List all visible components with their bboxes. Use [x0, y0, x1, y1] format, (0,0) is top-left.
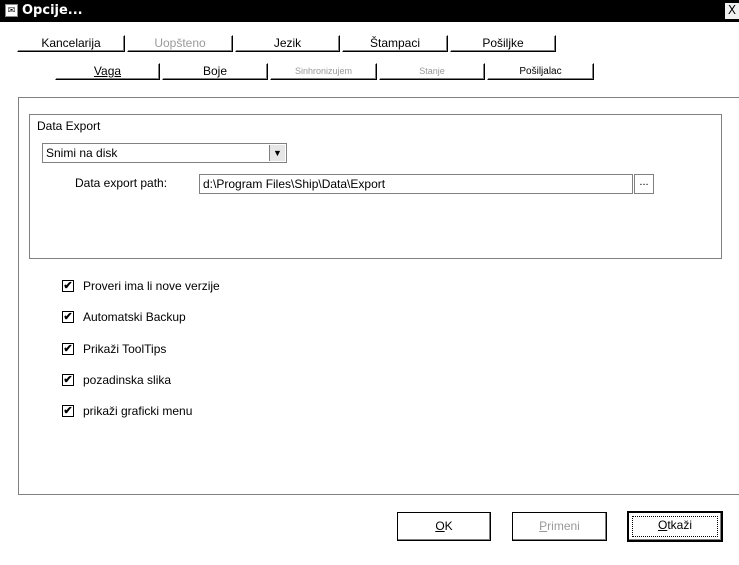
apply-mnemonic: P [539, 519, 548, 533]
export-path-input[interactable]: d:\Program Files\Ship\Data\Export [199, 174, 633, 194]
ok-button[interactable]: OK [397, 512, 491, 541]
export-path-label: Data export path: [75, 176, 168, 190]
tab-stampaci[interactable]: Štampaci [342, 35, 448, 52]
tab-kancelarija[interactable]: Kancelarija [17, 35, 125, 52]
apply-label-rest: rimeni [547, 519, 580, 533]
apply-button[interactable]: Primeni [512, 512, 607, 541]
option-label: Automatski Backup [83, 310, 186, 324]
checkbox[interactable]: ✔ [62, 405, 74, 417]
tab-vaga[interactable]: Vaga [55, 63, 160, 80]
tab-label: Pošiljalac [519, 66, 562, 77]
option-label: prikaži graficki menu [83, 404, 193, 418]
ok-label-rest: K [444, 519, 453, 533]
window-title: Opcije... [22, 3, 83, 18]
app-icon: ✉ [5, 4, 18, 17]
tab-uopsteno[interactable]: Uopšteno [127, 35, 233, 52]
close-button[interactable]: X [725, 3, 739, 19]
checkbox[interactable]: ✔ [62, 280, 74, 292]
tab-sinhronizujem[interactable]: Sinhronizujem [270, 63, 377, 80]
tab-label: Sinhronizujem [294, 66, 353, 76]
export-path-value: d:\Program Files\Ship\Data\Export [203, 177, 386, 191]
cancel-button[interactable]: Otkaži [627, 511, 723, 542]
checkbox[interactable]: ✔ [62, 374, 74, 386]
tab-boje[interactable]: Boje [162, 63, 268, 80]
dropdown-arrow-icon[interactable]: ▼ [269, 145, 285, 161]
tab-posiljalac[interactable]: Pošiljalac [487, 63, 594, 80]
tab-stanje[interactable]: Stanje [379, 63, 485, 80]
export-mode-select[interactable]: Snimi na disk ▼ [42, 143, 287, 163]
checkbox[interactable]: ✔ [62, 343, 74, 355]
tab-label: Boje [202, 64, 228, 78]
option-label: Proveri ima li nove verzije [83, 279, 220, 293]
tab-label: Pošiljke [482, 36, 524, 50]
tab-label: Kancelarija [41, 36, 101, 50]
option-label: Prikaži ToolTips [83, 342, 167, 356]
tab-label: Vaga [93, 64, 122, 78]
data-export-group-title: Data Export [37, 119, 101, 133]
focus-ring [632, 516, 718, 537]
tab-label: Jezik [273, 36, 302, 50]
tab-label: Stanje [419, 66, 445, 76]
option-label: pozadinska slika [83, 373, 172, 387]
tab-label: Uopšteno [154, 36, 206, 50]
tab-posiljke[interactable]: Pošiljke [450, 35, 556, 52]
ok-mnemonic: O [435, 519, 445, 533]
tab-label: Štampaci [369, 36, 421, 50]
browse-button[interactable]: ... [634, 174, 654, 194]
title-bar: ✉ Opcije... X [0, 0, 739, 22]
checkbox[interactable]: ✔ [62, 311, 74, 323]
tab-jezik[interactable]: Jezik [235, 35, 340, 52]
export-mode-value: Snimi na disk [46, 146, 118, 160]
